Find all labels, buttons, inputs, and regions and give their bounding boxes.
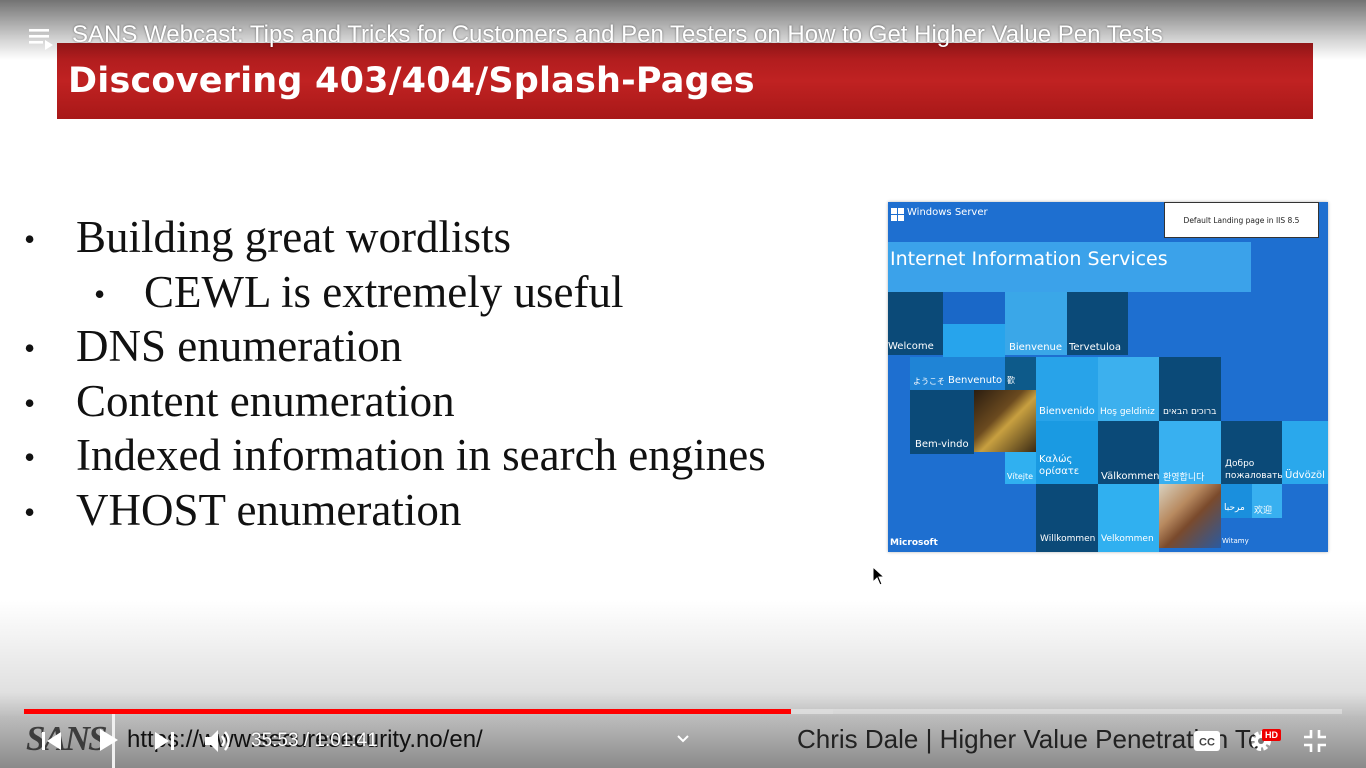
bullet-glyph: • (24, 493, 36, 530)
photo-image (974, 390, 1036, 452)
mouse-cursor-icon (872, 565, 886, 591)
iis-title: Internet Information Services (890, 248, 1168, 270)
bullet-glyph: • (24, 221, 36, 257)
greeting-label: Välkommen (1101, 471, 1160, 482)
volume-icon (205, 730, 230, 752)
slide-title: Discovering 403/404/Splash-Pages (68, 61, 755, 101)
svg-text:CC: CC (1199, 737, 1215, 749)
tile (943, 292, 1005, 324)
captions-icon: CC (1194, 731, 1220, 751)
time-total: 1:01:41 (314, 730, 378, 751)
greeting-label: Witamy (1222, 537, 1249, 545)
greeting-label: Velkommen (1101, 534, 1154, 544)
greeting-label: Добро пожаловать (1225, 459, 1283, 481)
greeting-label: Hoş geldiniz (1100, 407, 1155, 417)
exit-fullscreen-button[interactable] (1300, 726, 1330, 756)
bullet-text: Building great wordlists (76, 212, 511, 262)
photo-image (1159, 484, 1221, 548)
chevron-down-icon (677, 735, 689, 743)
exit-fullscreen-icon (1304, 730, 1326, 752)
captions-button[interactable]: CC (1192, 727, 1222, 755)
bullet-glyph: • (24, 439, 36, 475)
play-icon (100, 729, 118, 751)
bullet-text: Content enumeration (76, 375, 455, 426)
bullet-item: • Indexed information in search engines (24, 428, 864, 483)
bullet-glyph: • (94, 275, 106, 312)
time-separator: / (298, 730, 315, 751)
greeting-label: Vítejte (1007, 472, 1034, 481)
greeting-label: Üdvözöl (1285, 470, 1325, 481)
microsoft-label: Microsoft (890, 538, 938, 548)
progress-played (24, 709, 791, 714)
volume-button[interactable] (202, 726, 234, 756)
bullet-text: VHOST enumeration (76, 484, 462, 535)
chapters-expand-button[interactable] (672, 728, 694, 750)
windows-logo-icon (891, 208, 904, 221)
previous-icon (42, 732, 61, 750)
bullet-text: DNS enumeration (76, 321, 403, 371)
greeting-label: Bienvenido (1039, 406, 1095, 417)
bullet-item: • VHOST enumeration (24, 483, 864, 538)
bullet-glyph: • (24, 384, 36, 421)
iis-note: Default Landing page in IIS 8.5 (1164, 202, 1319, 238)
greeting-label: مرحبا (1224, 503, 1245, 513)
bullet-glyph: • (24, 330, 36, 366)
bullet-item: • DNS enumeration (24, 319, 864, 374)
greeting-label: Welcome (888, 341, 934, 352)
progress-bar[interactable] (24, 709, 1342, 714)
windows-server-label: Windows Server (907, 207, 988, 218)
play-button[interactable] (94, 726, 122, 754)
greeting-label: Καλώς ορίσατε (1039, 454, 1080, 477)
bullet-item-sub: • CEWL is extremely useful (24, 265, 864, 320)
next-button[interactable] (152, 728, 178, 754)
greeting-label: Bienvenue (1009, 342, 1063, 353)
next-icon (155, 732, 174, 750)
previous-button[interactable] (38, 728, 64, 754)
greeting-label: Willkommen (1040, 534, 1096, 544)
time-display: 35:53 / 1:01:41 (251, 730, 378, 752)
bullet-list: • Building great wordlists • CEWL is ext… (24, 210, 864, 537)
bullet-text: CEWL is extremely useful (144, 266, 624, 317)
hd-badge: HD (1262, 729, 1281, 741)
greeting-label: Benvenuto (948, 375, 1003, 386)
greeting-label: 歡 (1007, 376, 1015, 385)
bullet-item: • Building great wordlists (24, 210, 864, 265)
greeting-label: 欢迎 (1254, 506, 1273, 516)
greeting-label: ようこそ (913, 377, 945, 386)
playlist-icon[interactable] (28, 27, 54, 53)
tile (943, 324, 1005, 357)
greeting-label: ברוכים הבאים (1163, 407, 1217, 417)
bullet-item: • Content enumeration (24, 374, 864, 429)
bullet-text: Indexed information in search engines (76, 430, 766, 480)
greeting-label: Tervetuloa (1069, 342, 1122, 353)
greeting-label: 환영합니다 (1163, 473, 1205, 483)
video-title[interactable]: SANS Webcast: Tips and Tricks for Custom… (72, 21, 1163, 49)
greeting-label: Bem-vindo (915, 439, 969, 450)
time-current: 35:53 (251, 730, 299, 751)
iis-screenshot: Internet Information Services Windows Se… (888, 202, 1328, 552)
